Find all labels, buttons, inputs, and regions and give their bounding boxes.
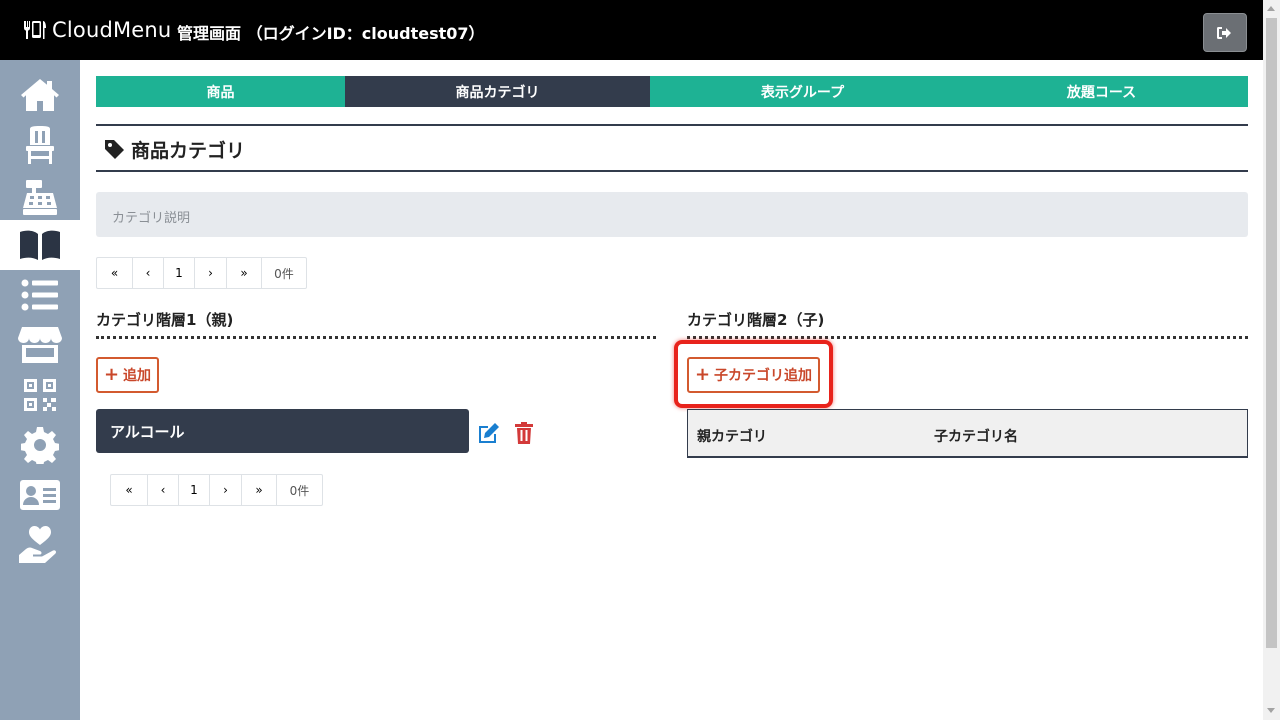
trash-icon [515,422,533,444]
book-icon [20,230,60,260]
sidebar-item-qrcode[interactable] [0,370,80,420]
hand-heart-icon [19,526,57,563]
app-logo: CloudMenu [22,17,171,43]
page-title-text: 商品カテゴリ [131,140,246,162]
tag-icon [105,140,124,159]
page-heading: 管理画面 （ログインID：cloudtest07） [177,24,485,43]
cash-register-icon [23,180,57,215]
sidebar-item-menu[interactable] [0,220,80,270]
scroll-up-icon[interactable] [1267,6,1275,11]
tab-all-you-can-courses[interactable]: 放題コース [955,76,1248,107]
pager-count: 0件 [274,266,294,281]
edit-category-button[interactable] [476,421,500,445]
level2-divider [687,336,1248,339]
level1-title: カテゴリ階層1（親) [96,311,234,329]
page-scrollbar[interactable] [1263,0,1280,720]
delete-category-button[interactable] [513,421,535,445]
logout-button[interactable] [1203,13,1247,52]
sidebar-item-store[interactable] [0,320,80,370]
tab-bar: 商品 商品カテゴリ 表示グループ 放題コース [96,76,1248,107]
pager-next-button[interactable]: › [195,258,227,288]
title-divider-top [96,124,1248,126]
title-divider-bottom [96,170,1248,172]
category-item[interactable]: アルコール [96,409,469,453]
tab-product-categories[interactable]: 商品カテゴリ [345,76,650,107]
app-name: CloudMenu [52,18,172,42]
pager-first-button[interactable]: « [111,475,148,505]
page-title: 商品カテゴリ [104,136,245,163]
tab-products[interactable]: 商品 [96,76,345,107]
sidebar-nav [0,60,80,720]
app-header: CloudMenu 管理画面 （ログインID：cloudtest07） [0,0,1280,60]
id-card-icon [20,480,60,510]
store-icon [18,327,62,363]
add-category-label: 追加 [123,368,152,384]
pager-next-button[interactable]: › [210,475,242,505]
pager-prev-button[interactable]: ‹ [133,258,164,288]
pager-page-1[interactable]: 1 [179,475,210,505]
sidebar-item-settings[interactable] [0,420,80,470]
logout-icon [1217,26,1231,39]
level2-title: カテゴリ階層2（子) [687,311,825,329]
pager-last-button[interactable]: » [227,258,262,288]
pager-last-button[interactable]: » [242,475,277,505]
sidebar-item-list[interactable] [0,270,80,320]
scroll-thumb[interactable] [1266,18,1277,648]
pager-count: 0件 [289,483,310,498]
home-icon [21,79,59,111]
column-header-parent: 親カテゴリ [697,429,767,445]
plus-icon: + [694,364,711,385]
pager-prev-button[interactable]: ‹ [148,475,179,505]
list-icon [21,279,58,311]
pagination-bottom: « ‹ 1 › » 0件 [110,474,323,506]
gear-icon [21,427,59,464]
pagination-top: « ‹ 1 › » 0件 [96,257,307,289]
fork-knife-phone-icon [24,21,46,39]
sidebar-item-home[interactable] [0,70,80,120]
sidebar-item-hospitality[interactable] [0,520,80,570]
chair-icon [26,126,54,164]
edit-icon [479,423,499,443]
sidebar-item-table[interactable] [0,120,80,170]
sidebar-item-staff[interactable] [0,470,80,520]
child-category-table: 親カテゴリ 子カテゴリ名 [687,409,1248,458]
pager-first-button[interactable]: « [97,258,133,288]
sidebar-item-register[interactable] [0,172,80,222]
add-category-button[interactable]: + 追加 [96,357,159,393]
add-child-category-label: 子カテゴリ追加 [714,368,813,384]
level1-divider [96,336,656,339]
pager-page-1[interactable]: 1 [164,258,195,288]
plus-icon: + [103,364,120,385]
qrcode-icon [24,379,56,411]
column-header-child-name: 子カテゴリ名 [934,429,1018,445]
add-child-category-button[interactable]: + 子カテゴリ追加 [687,357,820,393]
scroll-down-icon[interactable] [1267,708,1275,713]
category-description: カテゴリ説明 [96,192,1248,237]
tab-display-groups[interactable]: 表示グループ [650,76,955,107]
